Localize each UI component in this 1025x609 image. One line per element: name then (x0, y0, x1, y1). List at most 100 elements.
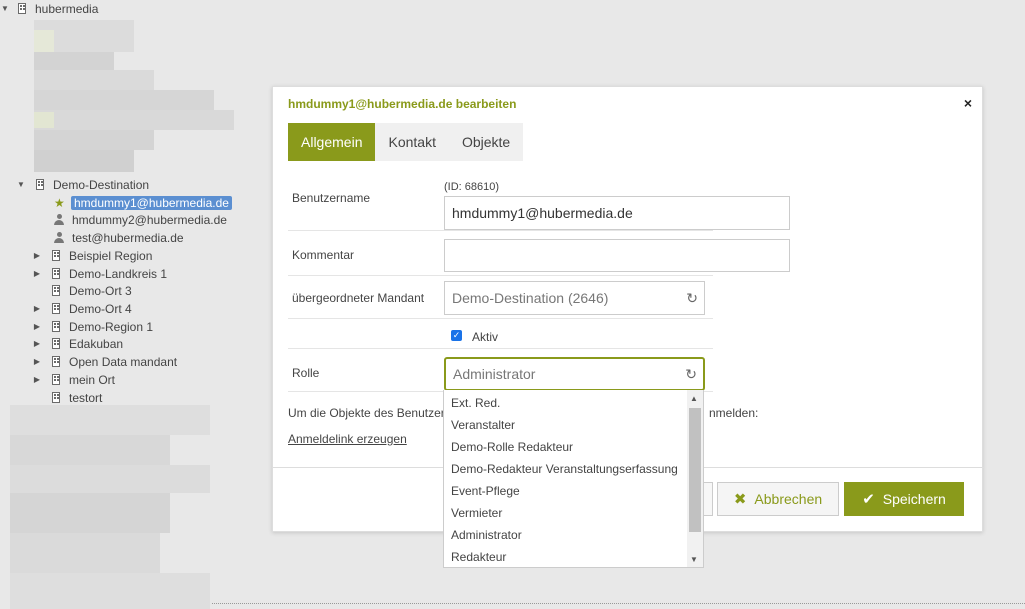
divider (288, 275, 713, 276)
cancel-button[interactable]: ✖ Abbrechen (717, 482, 839, 516)
user-icon (54, 214, 64, 225)
dropdown-option[interactable]: Demo-Rolle Redakteur (444, 436, 703, 458)
building-icon (52, 321, 60, 332)
comment-input[interactable] (444, 239, 790, 272)
close-icon: ✖ (733, 491, 747, 508)
building-icon (18, 3, 26, 14)
divider (212, 603, 1025, 604)
dropdown-option[interactable]: Demo-Redakteur Veranstaltungserfassung (444, 458, 703, 480)
star-icon: ★ (54, 195, 65, 210)
caret-down-icon[interactable]: ▼ (16, 180, 26, 189)
tree-node-label: mein Ort (69, 372, 116, 387)
refresh-icon[interactable]: ↻ (686, 290, 698, 307)
tree-node-root[interactable]: ▼ hubermedia (0, 0, 98, 17)
building-icon (52, 285, 60, 296)
building-icon (52, 303, 60, 314)
redacted-area (34, 112, 54, 128)
building-icon (52, 392, 60, 403)
cancel-label: Abbrechen (754, 491, 823, 507)
tree-node-label: Demo-Ort 3 (69, 283, 132, 298)
caret-down-icon[interactable]: ▼ (0, 4, 10, 13)
tree-user-2[interactable]: hmdummy2@hubermedia.de (54, 211, 227, 228)
tree-node-label: hubermedia (35, 1, 99, 16)
username-value: hmdummy1@hubermedia.de (452, 205, 633, 221)
redacted-area (34, 90, 214, 110)
scroll-down-icon[interactable]: ▼ (690, 555, 698, 564)
tree-node-label: Beispiel Region (69, 248, 153, 263)
dropdown-scrollbar[interactable]: ▲ ▼ (687, 390, 703, 567)
dropdown-option[interactable]: Redakteur (444, 546, 703, 567)
building-icon (52, 250, 60, 261)
redacted-area (34, 130, 154, 150)
tree-node-item[interactable]: ▶ Open Data mandant (32, 353, 177, 370)
tree-node-item[interactable]: Demo-Ort 3 (32, 282, 132, 299)
tree-node-item[interactable]: ▶ Demo-Region 1 (32, 318, 153, 335)
tree-node-label: Demo-Ort 4 (69, 301, 132, 316)
dropdown-option[interactable]: Veranstalter (444, 414, 703, 436)
caret-right-icon[interactable]: ▶ (32, 322, 42, 331)
tree-node-item[interactable]: ▶ Edakuban (32, 335, 123, 352)
dropdown-list: Ext. Red. Veranstalter Demo-Rolle Redakt… (444, 390, 703, 567)
active-checkbox[interactable]: ✓ (451, 330, 462, 341)
tab-kontakt[interactable]: Kontakt (375, 123, 448, 161)
redacted-area (34, 110, 234, 130)
caret-right-icon[interactable]: ▶ (32, 304, 42, 313)
role-value: Administrator (453, 366, 536, 382)
tree-node-item[interactable]: testort (32, 389, 102, 406)
scroll-up-icon[interactable]: ▲ (690, 394, 698, 403)
tree-node-item[interactable]: ▶ Demo-Landkreis 1 (32, 265, 167, 282)
entity-tree: ▼ hubermedia ▼ Demo-Destination ★ hmdumm… (0, 0, 270, 609)
dropdown-option[interactable]: Ext. Red. (444, 392, 703, 414)
building-icon (52, 374, 60, 385)
save-button[interactable]: ✔ Speichern (844, 482, 964, 516)
tab-allgemein[interactable]: Allgemein (288, 123, 376, 161)
tree-user-1[interactable]: ★ hmdummy1@hubermedia.de (54, 194, 232, 211)
tree-node-label: Edakuban (69, 336, 124, 351)
user-icon (54, 232, 64, 243)
dialog-title: hmdummy1@hubermedia.de bearbeiten (288, 97, 517, 111)
info-text: Um die Objekte des Benutzer (288, 406, 445, 420)
redacted-area (34, 150, 134, 172)
redacted-area (10, 533, 160, 573)
building-icon (52, 268, 60, 279)
divider (288, 318, 713, 319)
tree-node-item[interactable]: ▶ Demo-Ort 4 (32, 300, 132, 317)
comment-label: Kommentar (292, 248, 355, 262)
username-input[interactable]: hmdummy1@hubermedia.de (444, 196, 790, 230)
caret-right-icon[interactable]: ▶ (32, 375, 42, 384)
tree-node-label: testort (69, 390, 103, 405)
tree-node-item[interactable]: ▶ Beispiel Region (32, 247, 152, 264)
caret-right-icon[interactable]: ▶ (32, 339, 42, 348)
role-dropdown: Ext. Red. Veranstalter Demo-Rolle Redakt… (443, 390, 704, 568)
redacted-area (34, 70, 154, 90)
parent-value: Demo-Destination (2646) (452, 290, 609, 306)
dropdown-option[interactable]: Vermieter (444, 502, 703, 524)
parent-select[interactable]: Demo-Destination (2646) ↻ (444, 281, 705, 315)
login-link[interactable]: Anmeldelink erzeugen (288, 432, 407, 446)
dropdown-option[interactable]: Administrator (444, 524, 703, 546)
building-icon (52, 338, 60, 349)
role-label: Rolle (292, 366, 320, 380)
user-id-text: (ID: 68610) (444, 181, 500, 193)
redacted-area (10, 435, 170, 465)
dropdown-option[interactable]: Event-Pflege (444, 480, 703, 502)
divider (288, 348, 713, 349)
refresh-icon[interactable]: ↻ (685, 366, 697, 383)
scrollbar-thumb[interactable] (689, 408, 701, 532)
caret-right-icon[interactable]: ▶ (32, 269, 42, 278)
redacted-area (10, 573, 210, 609)
info-text-end: nmelden: (709, 406, 759, 420)
caret-right-icon[interactable]: ▶ (32, 357, 42, 366)
tree-node-destination[interactable]: ▼ Demo-Destination (16, 176, 149, 193)
tree-node-label: Demo-Region 1 (69, 319, 154, 334)
redacted-area (34, 52, 114, 70)
tree-node-label: test@hubermedia.de (72, 230, 184, 245)
tree-node-label: hmdummy2@hubermedia.de (72, 212, 227, 227)
tree-user-3[interactable]: test@hubermedia.de (54, 229, 184, 246)
caret-right-icon[interactable]: ▶ (32, 251, 42, 260)
check-icon: ✔ (862, 491, 875, 508)
close-icon[interactable]: × (964, 95, 972, 111)
tree-node-item[interactable]: ▶ mein Ort (32, 371, 115, 388)
tab-objekte[interactable]: Objekte (449, 123, 523, 161)
role-select[interactable]: Administrator ↻ (444, 357, 705, 391)
